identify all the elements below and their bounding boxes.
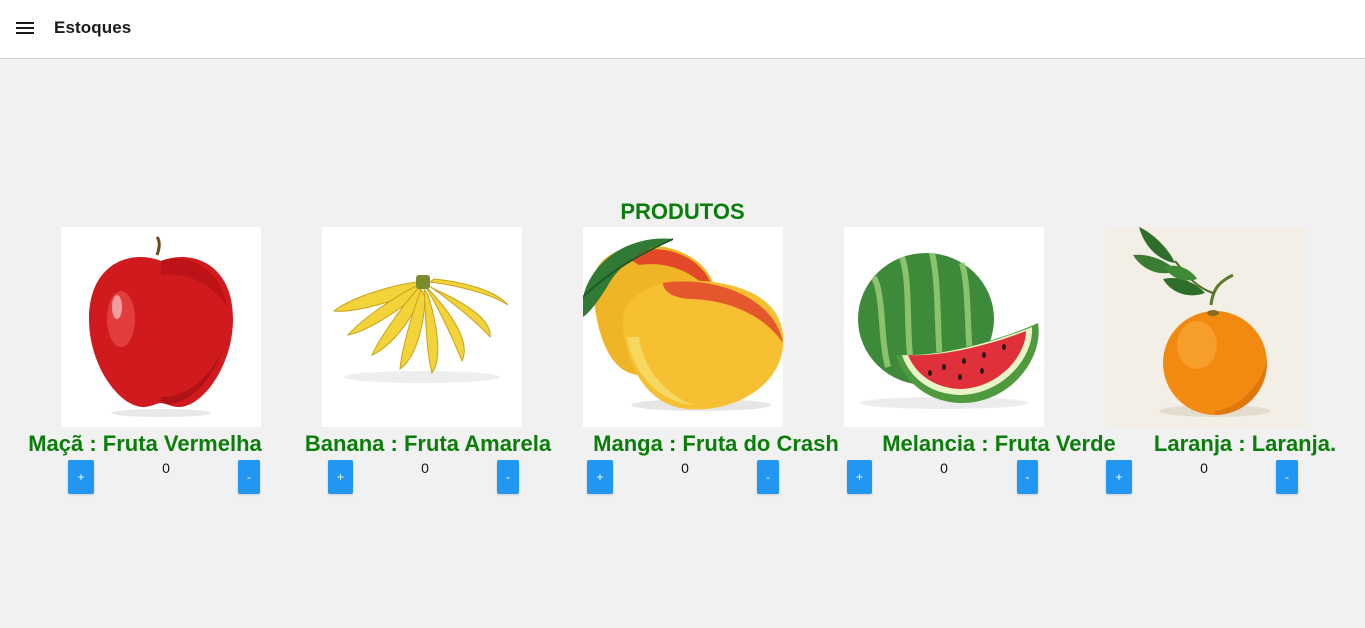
- quantity-value: 0: [421, 460, 429, 476]
- quantity-value: 0: [681, 460, 689, 476]
- decrement-button[interactable]: -: [1017, 460, 1038, 494]
- increment-button[interactable]: +: [847, 460, 872, 494]
- app-bar: Estoques: [0, 0, 1365, 59]
- increment-button[interactable]: +: [587, 460, 613, 494]
- increment-button[interactable]: +: [328, 460, 353, 494]
- quantity-value: 0: [162, 460, 170, 476]
- decrement-button[interactable]: -: [1276, 460, 1298, 494]
- menu-icon[interactable]: [14, 19, 36, 39]
- quantity-value: 0: [940, 460, 948, 476]
- decrement-button[interactable]: -: [757, 460, 779, 494]
- product-label: Laranja : Laranja.: [1153, 431, 1337, 456]
- decrement-button[interactable]: -: [497, 460, 519, 494]
- quantity-value: 0: [1200, 460, 1208, 476]
- orange-image: [1105, 227, 1305, 427]
- product-label: Maçã : Fruta Vermelha: [28, 431, 262, 456]
- increment-button[interactable]: +: [68, 460, 94, 494]
- mango-image: [583, 227, 783, 427]
- product-label: Banana : Fruta Amarela: [304, 431, 552, 456]
- product-label: Manga : Fruta do Crash: [593, 431, 839, 456]
- section-title: PRODUTOS: [620, 199, 745, 224]
- banana-image: [322, 227, 522, 427]
- increment-button[interactable]: +: [1106, 460, 1132, 494]
- apple-image: [61, 227, 261, 427]
- app-title: Estoques: [54, 18, 132, 37]
- watermelon-image: [844, 227, 1044, 427]
- decrement-button[interactable]: -: [238, 460, 260, 494]
